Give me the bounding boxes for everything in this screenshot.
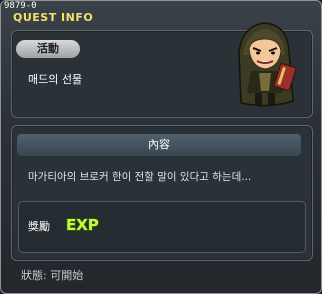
exp-icon-text: EXP [66,216,99,233]
reward-label: 獎勵 [28,220,50,233]
activity-badge: 活動 [16,40,80,58]
exp-icon: EXP [65,215,99,233]
reward-box [18,201,306,253]
hooded-npc-portrait [238,22,297,107]
window-title: QUEST INFO [13,11,94,24]
quest-description: 마가티아의 브로커 한이 전할 말이 있다고 하는데... [28,171,252,183]
quest-status: 狀態: 可開始 [21,269,84,282]
quest-info-window: 9879-0 QUEST INFO 活動 매드의 선물 內容 마가티아의 브로커… [0,0,322,294]
quest-name: 매드의 선물 [28,73,83,86]
content-header: 內容 [17,134,301,156]
